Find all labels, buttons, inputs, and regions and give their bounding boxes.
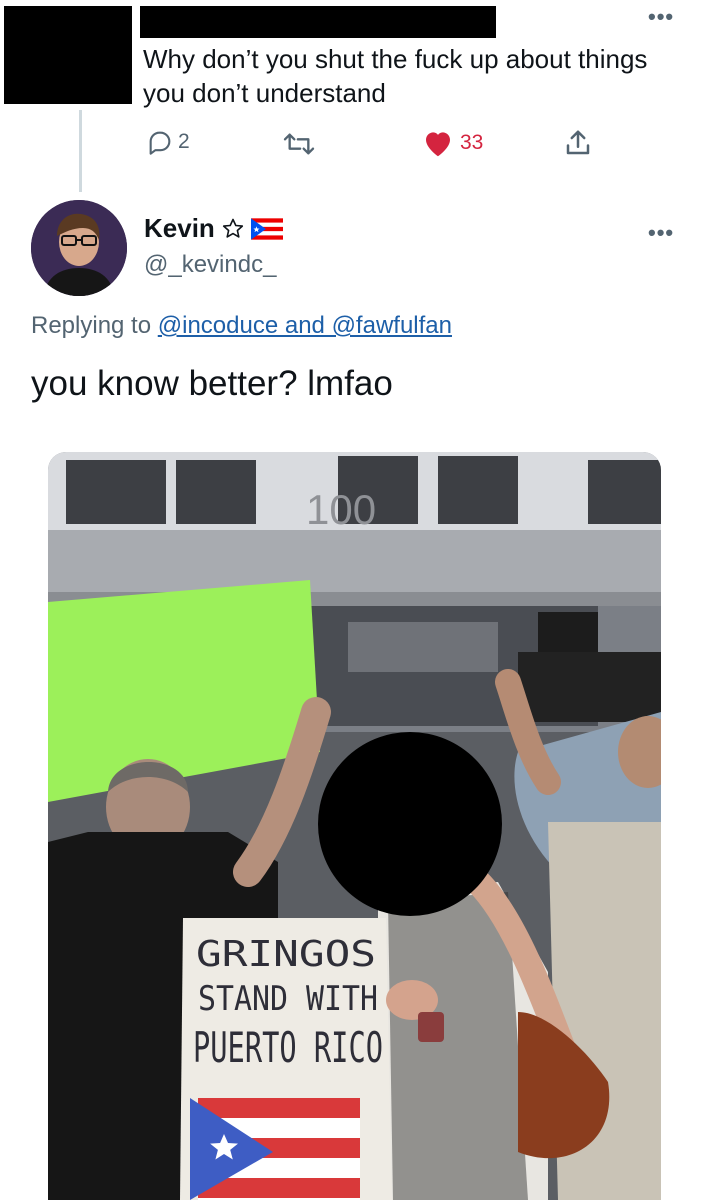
like-count: 33: [460, 131, 484, 154]
like-button[interactable]: 33: [422, 128, 483, 158]
redacted-avatar: [4, 6, 132, 104]
replying-prefix: Replying to: [31, 312, 158, 339]
sign-line-1: GRINGOS: [196, 934, 376, 975]
star-icon: [222, 218, 243, 238]
replying-to: Replying to @incoduce and @fawfulfan: [31, 312, 452, 340]
avatar[interactable]: [31, 200, 127, 296]
sign-line-3: PUERTO RICO: [193, 1023, 383, 1072]
redacted-face: [318, 732, 502, 916]
reply-count: 2: [178, 130, 190, 153]
tweet-photo[interactable]: 100 GRINGOS STAND WITH PUERTO RICO: [48, 452, 661, 1200]
share-icon: [566, 130, 590, 155]
author-name: Kevin: [144, 213, 215, 243]
share-button[interactable]: [563, 128, 593, 158]
more-icon[interactable]: •••: [648, 220, 674, 246]
sign-line-2: STAND WITH: [198, 979, 378, 1019]
redacted-author-name: [140, 6, 496, 38]
retweet-icon: [283, 133, 315, 155]
author-handle[interactable]: @_kevindc_: [144, 251, 276, 279]
building-number: 100: [306, 486, 376, 533]
parent-tweet-text: Why don’t you shut the fuck up about thi…: [143, 44, 648, 108]
reply-button[interactable]: 2: [146, 128, 190, 156]
replying-to-links[interactable]: @incoduce and @fawfulfan: [158, 312, 452, 339]
puerto-rico-flag-icon: [250, 217, 283, 240]
author-row[interactable]: Kevin: [144, 213, 283, 244]
thread-connector: [79, 110, 82, 192]
heart-icon: [426, 132, 450, 157]
tweet-text: you know better? lmfao: [31, 364, 393, 403]
more-icon[interactable]: •••: [648, 4, 674, 30]
reply-icon: [149, 131, 171, 155]
retweet-button[interactable]: [282, 130, 316, 158]
